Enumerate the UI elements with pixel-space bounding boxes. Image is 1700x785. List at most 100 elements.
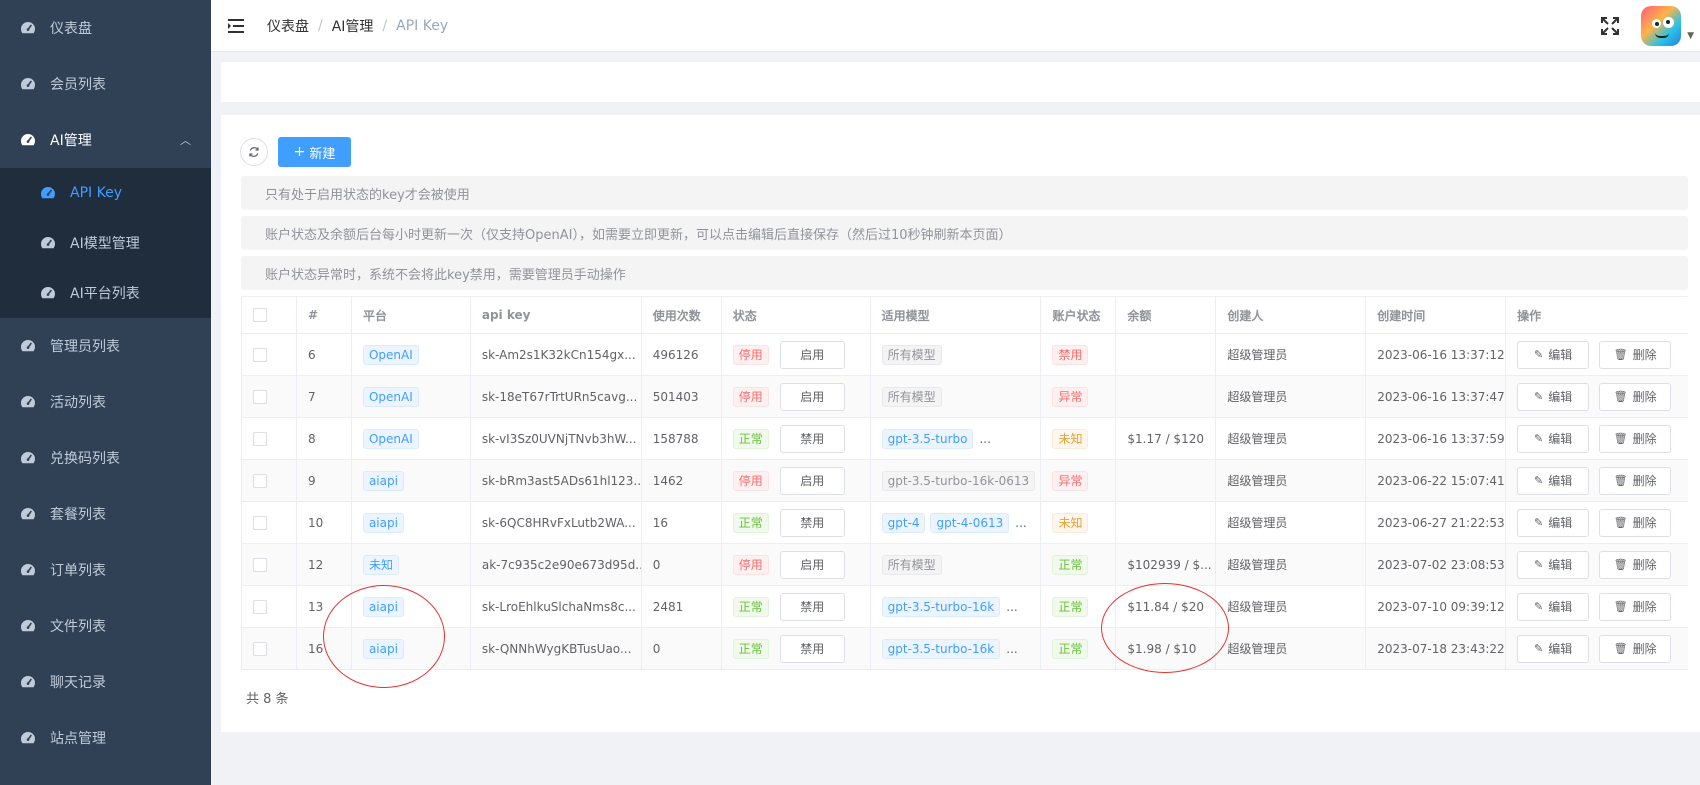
created-time-cell: 2023-06-27 21:22:53 [1366, 502, 1507, 543]
hamburger-icon[interactable] [226, 16, 246, 36]
edit-button[interactable]: ✎ 编辑 [1517, 634, 1590, 663]
sidebar-item[interactable]: 管理员列表 [0, 318, 211, 374]
toggle-status-button[interactable]: 启用 [779, 550, 845, 579]
edit-button-label: 编辑 [1548, 642, 1573, 656]
status-cell: 停用 启用 [722, 544, 871, 585]
status-badge: 停用 [732, 386, 769, 407]
row-checkbox[interactable] [253, 347, 267, 362]
dashboard-icon [20, 20, 36, 36]
toggle-status-button[interactable]: 禁用 [779, 592, 845, 621]
refresh-button[interactable] [240, 138, 268, 166]
checkbox-cell [242, 376, 297, 417]
refresh-icon [249, 147, 259, 157]
model-tag: gpt-4-0613 [930, 512, 1010, 533]
sidebar-item[interactable]: 会员列表 [0, 56, 211, 112]
row-checkbox[interactable] [253, 557, 267, 572]
edit-button[interactable]: ✎ 编辑 [1517, 592, 1590, 621]
account-status-cell: 未知 [1041, 502, 1117, 543]
alert-text: 账户状态及余额后台每小时更新一次（仅支持OpenAI），如需要立即更新，可以点击… [265, 227, 1012, 243]
delete-button[interactable]: 🗑 删除 [1599, 592, 1672, 621]
row-checkbox[interactable] [253, 473, 267, 488]
table-row: 13 aiapi sk-LroEhlkuSlchaNms8c... 2481 正常 禁用 g… [242, 586, 1688, 628]
sidebar-item[interactable]: 订单列表 [0, 542, 211, 598]
row-checkbox[interactable] [253, 515, 267, 530]
sidebar-subitem[interactable]: AI平台列表 [0, 268, 211, 318]
edit-button[interactable]: ✎ 编辑 [1517, 340, 1590, 369]
checkbox-cell [242, 334, 297, 375]
delete-button[interactable]: 🗑 删除 [1599, 340, 1672, 369]
breadcrumb-item-ai[interactable]: AI管理 [332, 16, 374, 36]
trash-icon: 🗑 [1613, 642, 1628, 655]
sidebar-item[interactable]: 仪表盘 [0, 0, 211, 56]
breadcrumb-item-dashboard[interactable]: 仪表盘 [267, 16, 309, 36]
toggle-status-button[interactable]: 启用 [779, 382, 845, 411]
edit-button[interactable]: ✎ 编辑 [1517, 508, 1590, 537]
sidebar-item-label: AI平台列表 [70, 286, 140, 302]
toggle-status-button[interactable]: 禁用 [779, 424, 845, 453]
alert-text: 只有处于启用状态的key才会被使用 [265, 187, 470, 203]
new-button[interactable]: + 新建 [278, 137, 351, 167]
sidebar-item[interactable]: AI管理 ︿ [0, 112, 211, 168]
sidebar-subitem[interactable]: AI模型管理 [0, 218, 211, 268]
sidebar-item[interactable]: 站点管理 [0, 710, 211, 766]
status-cell: 停用 启用 [722, 334, 871, 375]
row-checkbox[interactable] [253, 431, 267, 446]
toggle-status-button[interactable]: 禁用 [779, 634, 845, 663]
delete-button[interactable]: 🗑 删除 [1599, 508, 1672, 537]
plus-icon: + [293, 144, 306, 160]
toggle-status-button[interactable]: 禁用 [779, 508, 845, 537]
delete-button[interactable]: 🗑 删除 [1599, 382, 1672, 411]
table-row: 6 OpenAI sk-Am2s1K32kCn154gx... 496126 停用 启用所… [242, 334, 1688, 376]
row-checkbox[interactable] [253, 641, 267, 656]
usage-count-cell: 2481 [642, 586, 722, 627]
edit-button-label: 编辑 [1548, 348, 1573, 362]
edit-button[interactable]: ✎ 编辑 [1517, 382, 1590, 411]
sidebar-item[interactable]: 套餐列表 [0, 486, 211, 542]
status-cell: 停用 启用 [722, 376, 871, 417]
platform-cell: 未知 [352, 544, 471, 585]
alert-info: 账户状态及余额后台每小时更新一次（仅支持OpenAI），如需要立即更新，可以点击… [241, 216, 1688, 250]
balance-cell: $1.98 / $10 [1116, 628, 1217, 669]
table-header: # 平台 api key 使用次数 状态 适用模型 账户状态 余额 创建人 创建… [242, 297, 1688, 334]
edit-button[interactable]: ✎ 编辑 [1517, 466, 1590, 495]
delete-button[interactable]: 🗑 删除 [1599, 634, 1672, 663]
edit-icon: ✎ [1534, 642, 1544, 655]
edit-icon: ✎ [1534, 390, 1544, 403]
sidebar-item[interactable]: 文件列表 [0, 598, 211, 654]
edit-button[interactable]: ✎ 编辑 [1517, 550, 1590, 579]
delete-button-label: 删除 [1632, 432, 1657, 446]
usage-count-cell: 0 [642, 544, 722, 585]
account-status-badge: 未知 [1052, 512, 1089, 533]
sidebar-subitem[interactable]: API Key [0, 168, 211, 218]
row-checkbox[interactable] [253, 599, 267, 614]
created-time-cell: 2023-07-02 23:08:53 [1366, 544, 1507, 585]
account-status-cell: 未知 [1041, 418, 1117, 459]
delete-button[interactable]: 🗑 删除 [1599, 550, 1672, 579]
toggle-status-button[interactable]: 启用 [779, 466, 845, 495]
toggle-status-button[interactable]: 启用 [779, 340, 845, 369]
table-row: 10 aiapi sk-6QC8HRvFxLutb2WA... 16 正常 禁用 gpt-4… [242, 502, 1688, 544]
select-all-checkbox[interactable] [253, 308, 267, 322]
sidebar-item[interactable]: 兑换码列表 [0, 430, 211, 486]
sidebar-item-label: 订单列表 [50, 563, 106, 579]
fullscreen-icon[interactable] [1599, 15, 1621, 37]
delete-button[interactable]: 🗑 删除 [1599, 424, 1672, 453]
balance-cell: $1.17 / $120 [1116, 418, 1217, 459]
usage-count-cell: 0 [642, 628, 722, 669]
table-toolbar: + 新建 [240, 137, 351, 167]
navbar-right: ▼ [1599, 0, 1700, 52]
avatar[interactable] [1641, 6, 1682, 46]
sidebar-item[interactable]: 活动列表 [0, 374, 211, 430]
column-header: 状态 [722, 297, 871, 333]
caret-down-icon[interactable]: ▼ [1687, 31, 1694, 41]
account-status-badge: 异常 [1052, 386, 1089, 407]
created-time-cell: 2023-07-18 23:43:22 [1366, 628, 1507, 669]
row-checkbox[interactable] [253, 389, 267, 404]
sidebar-item[interactable]: 聊天记录 [0, 654, 211, 710]
models-cell: gpt-3.5-turbo-16k... [871, 586, 1042, 627]
sidebar-item-label: 仪表盘 [50, 21, 92, 37]
edit-button[interactable]: ✎ 编辑 [1517, 424, 1590, 453]
id-cell: 8 [297, 418, 352, 459]
sidebar-item-label: 站点管理 [50, 731, 106, 747]
delete-button[interactable]: 🗑 删除 [1599, 466, 1672, 495]
